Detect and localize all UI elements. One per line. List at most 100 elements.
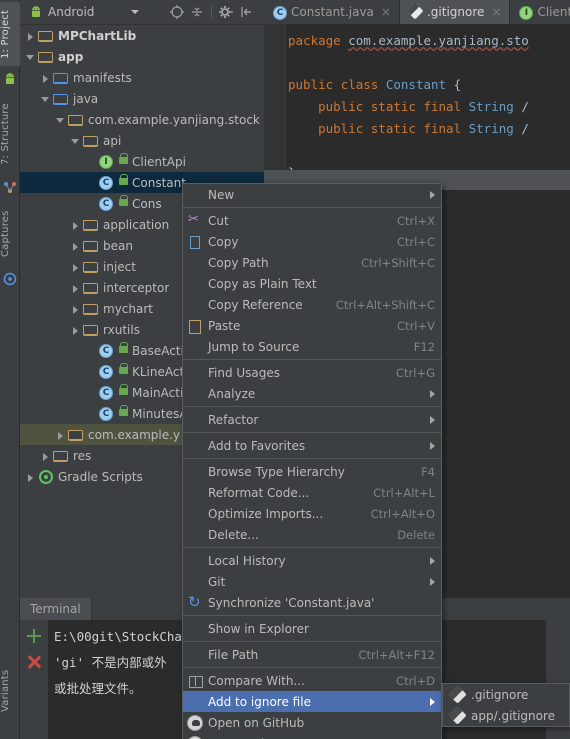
copy-icon <box>187 234 203 250</box>
tool-tab-project[interactable]: 1: Project <box>0 2 20 66</box>
chevron-right-icon[interactable] <box>54 428 68 442</box>
close-icon[interactable]: × <box>491 5 501 19</box>
submenu-item[interactable]: .gitignore <box>443 684 569 705</box>
chevron-right-icon[interactable] <box>69 302 83 316</box>
tree-node[interactable]: I ClientApi <box>20 151 264 172</box>
chevron-right-icon[interactable] <box>69 239 83 253</box>
menu-icon-placeholder <box>187 485 203 501</box>
context-menu-item[interactable]: Delete... Delete <box>183 524 441 545</box>
code-token: String <box>468 121 522 136</box>
context-menu-item[interactable]: Copy Ctrl+C <box>183 231 441 252</box>
chevron-right-icon[interactable] <box>69 281 83 295</box>
tool-tab-structure-label: 7: Structure <box>0 103 11 165</box>
tree-node-label: ClientApi <box>132 154 186 169</box>
context-menu-item[interactable]: Analyze <box>183 383 441 404</box>
chevron-right-icon[interactable] <box>69 260 83 274</box>
context-menu-item[interactable]: Compare With... Ctrl+D <box>183 670 441 691</box>
menu-separator <box>183 432 441 433</box>
editor-tab[interactable]: C Constant.java × <box>264 0 400 24</box>
context-menu-item[interactable]: Find Usages Ctrl+G <box>183 362 441 383</box>
context-menu-item-label: Synchronize 'Constant.java' <box>208 595 375 610</box>
context-menu-item[interactable]: Jump to Source F12 <box>183 336 441 357</box>
context-menu-item[interactable]: Show in Explorer <box>183 618 441 639</box>
context-menu-item[interactable]: Synchronize 'Constant.java' <box>183 592 441 613</box>
menu-separator <box>183 458 441 459</box>
tree-node[interactable]: java <box>20 88 264 109</box>
collapse-all-icon[interactable] <box>187 2 207 22</box>
package-icon <box>83 259 99 275</box>
chevron-down-icon[interactable] <box>24 50 38 64</box>
context-menu-item[interactable]: Create Gist <box>183 733 441 739</box>
package-icon <box>83 301 99 317</box>
chevron-right-icon[interactable] <box>24 470 38 484</box>
context-menu-item[interactable]: Copy Path Ctrl+Shift+C <box>183 252 441 273</box>
submenu-item[interactable]: app/.gitignore <box>443 705 569 726</box>
context-menu-item[interactable]: Open on GitHub <box>183 712 441 733</box>
context-menu-item[interactable]: Refactor <box>183 409 441 430</box>
context-menu-item-label: New <box>208 187 235 202</box>
project-view-selector[interactable]: Android <box>23 1 145 24</box>
context-menu-item[interactable]: Add to Favorites <box>183 435 441 456</box>
terminal-tab[interactable]: Terminal <box>20 598 92 620</box>
add-to-ignore-file-submenu[interactable]: .gitignore app/.gitignore <box>442 683 570 727</box>
new-session-icon[interactable] <box>26 628 42 644</box>
chevron-down-icon[interactable] <box>39 92 53 106</box>
context-menu-item-label: Browse Type Hierarchy <box>208 464 345 479</box>
context-menu-item-label: Open on GitHub <box>208 715 305 730</box>
editor-tab[interactable]: IClientAp <box>510 0 570 24</box>
project-view-label: Android <box>48 5 95 19</box>
chevron-right-icon[interactable] <box>69 218 83 232</box>
tree-node[interactable]: app <box>20 46 264 67</box>
code-token: / <box>521 99 529 114</box>
target-icon[interactable] <box>167 2 187 22</box>
chevron-right-icon[interactable] <box>69 323 83 337</box>
context-menu-item[interactable]: Add to ignore file <box>183 691 441 712</box>
editor-tab[interactable]: .gitignore × <box>399 0 511 24</box>
context-menu[interactable]: New Cut Ctrl+X Copy Ctrl+C Copy Path Ctrl+Shif… <box>182 183 442 739</box>
submenu-item-label: .gitignore <box>471 687 529 702</box>
close-icon[interactable]: × <box>381 5 391 19</box>
context-menu-item[interactable]: Optimize Imports... Ctrl+Alt+O <box>183 503 441 524</box>
chevron-right-icon[interactable] <box>39 71 53 85</box>
tree-node[interactable]: manifests <box>20 67 264 88</box>
context-menu-item[interactable]: Browse Type Hierarchy F4 <box>183 461 441 482</box>
context-menu-item[interactable]: Paste Ctrl+V <box>183 315 441 336</box>
tool-tab-captures[interactable]: Captures <box>0 202 20 266</box>
tool-tab-structure[interactable]: 7: Structure <box>0 96 20 172</box>
code-line: public static final String / <box>288 118 570 140</box>
tree-node-label: application <box>103 217 170 232</box>
build-variants-graph-icon <box>3 180 17 194</box>
context-menu-item[interactable]: Reformat Code... Ctrl+Alt+L <box>183 482 441 503</box>
tree-node[interactable]: com.example.yanjiang.stock <box>20 109 264 130</box>
hide-panel-icon[interactable] <box>236 2 256 22</box>
chevron-down-icon[interactable] <box>69 134 83 148</box>
context-menu-item[interactable]: Cut Ctrl+X <box>183 210 441 231</box>
tree-node-label: rxutils <box>103 322 140 337</box>
context-menu-item[interactable]: Git <box>183 571 441 592</box>
chevron-right-icon[interactable] <box>39 449 53 463</box>
git-file-icon <box>448 684 467 704</box>
editor-tab-bar[interactable]: C Constant.java × .gitignore × IClientAp <box>264 0 570 24</box>
tree-node[interactable]: MPChartLib <box>20 25 264 46</box>
context-menu-item-shortcut: Ctrl+C <box>396 234 435 249</box>
public-lock-icon <box>118 383 129 400</box>
context-menu-item-shortcut: Ctrl+Alt+F12 <box>358 647 435 662</box>
context-menu-item[interactable]: File Path Ctrl+Alt+F12 <box>183 644 441 665</box>
gear-icon[interactable] <box>216 2 236 22</box>
context-menu-item[interactable]: Copy as Plain Text <box>183 273 441 294</box>
context-menu-item[interactable]: Local History <box>183 550 441 571</box>
code-line: public class Constant { <box>288 74 570 96</box>
tool-tab-variants[interactable]: Variants <box>0 660 20 722</box>
android-icon <box>29 5 43 19</box>
tree-node[interactable]: api <box>20 130 264 151</box>
interface-icon: I <box>518 5 534 20</box>
chevron-right-icon[interactable] <box>24 29 38 43</box>
chevron-down-icon <box>131 10 139 14</box>
close-session-icon[interactable] <box>26 654 42 670</box>
context-menu-item[interactable]: New <box>183 184 441 205</box>
context-menu-item[interactable]: Copy Reference Ctrl+Alt+Shift+C <box>183 294 441 315</box>
chevron-down-icon[interactable] <box>54 113 68 127</box>
tree-node-label: KLineAct <box>132 364 185 379</box>
